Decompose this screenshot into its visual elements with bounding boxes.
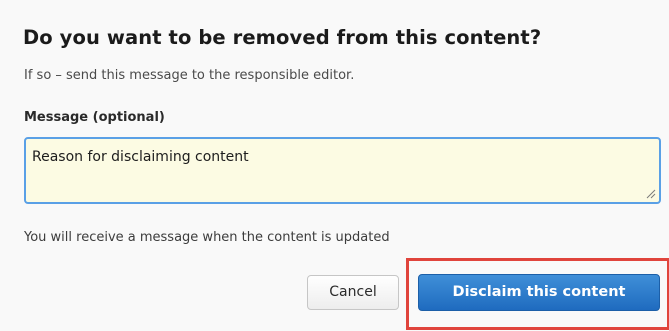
dialog-title: Do you want to be removed from this cont… — [23, 26, 542, 49]
message-textarea[interactable]: Reason for disclaiming content — [24, 137, 661, 204]
message-label: Message (optional) — [24, 110, 165, 125]
cancel-button[interactable]: Cancel — [307, 275, 399, 310]
update-info-text: You will receive a message when the cont… — [24, 230, 390, 245]
disclaim-button[interactable]: Disclaim this content — [418, 274, 660, 311]
dialog-subtitle: If so – send this message to the respons… — [24, 68, 355, 83]
resize-grip-icon[interactable] — [646, 189, 656, 199]
disclaim-dialog: Do you want to be removed from this cont… — [0, 0, 669, 331]
message-text: Reason for disclaiming content — [32, 149, 249, 165]
